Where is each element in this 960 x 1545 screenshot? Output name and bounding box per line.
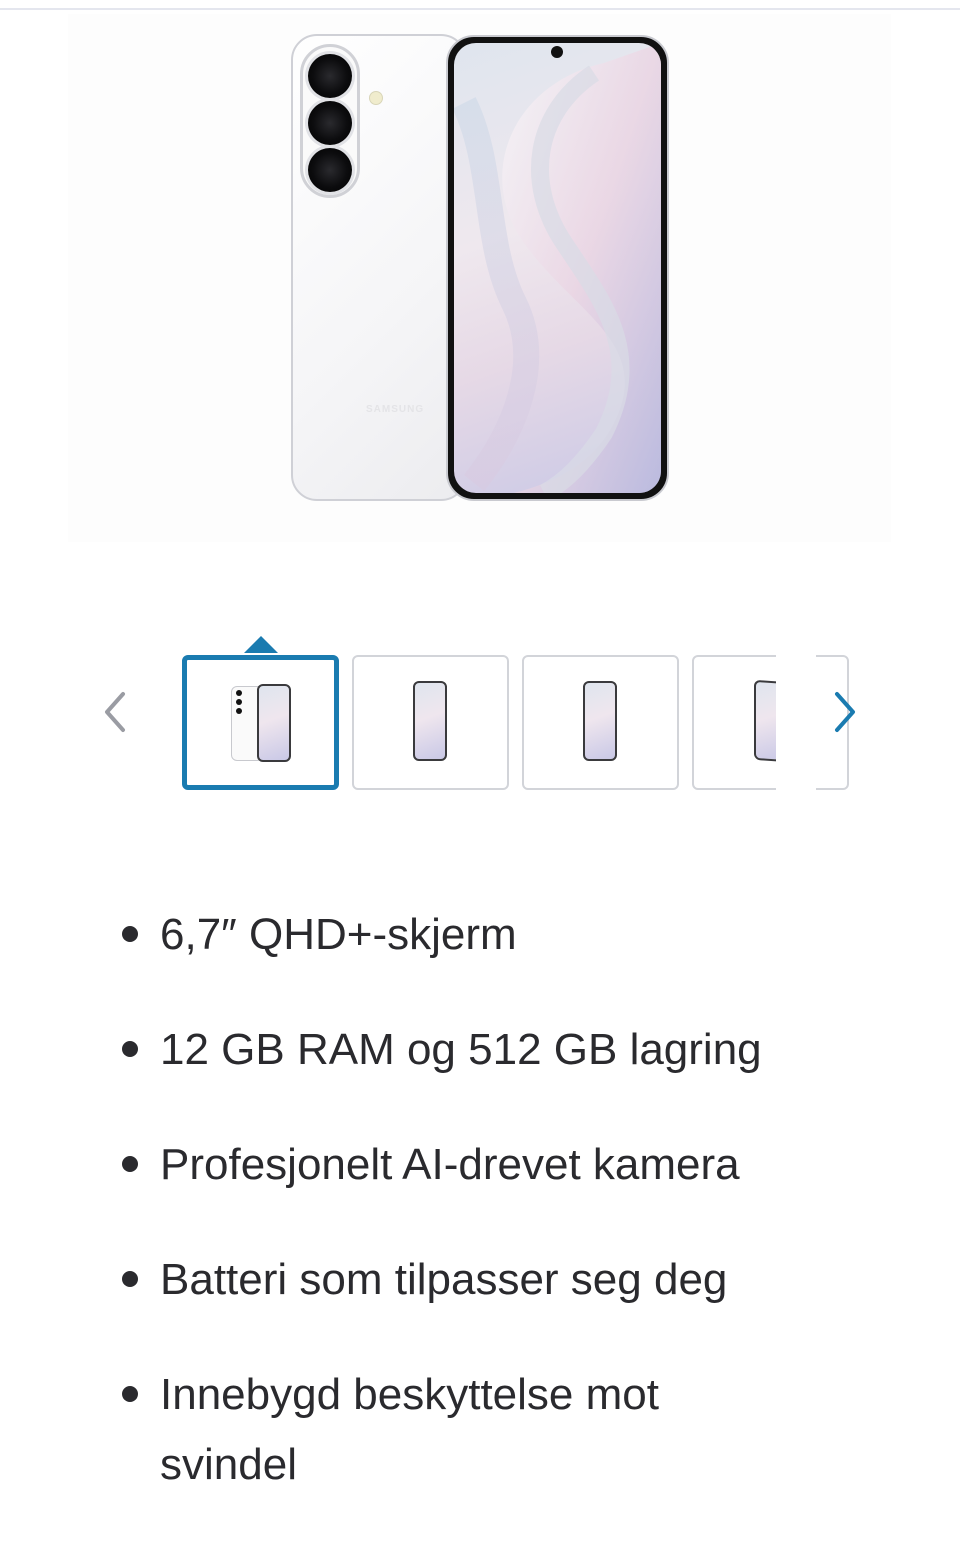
carousel-viewport-edge [776,650,816,795]
feature-item: Batteri som tilpasser seg deg [120,1245,840,1315]
camera-lens [308,101,352,145]
feature-text: Innebygd beskyttelse mot svindel [160,1370,659,1489]
feature-text: Batteri som tilpasser seg deg [160,1255,728,1304]
camera-lens [308,148,352,192]
thumbnail-phone-front [257,684,291,762]
thumbnail-phone-front [583,681,617,761]
bullet-icon [122,1041,138,1057]
front-camera-punch-hole [551,46,563,58]
thumbnail-camera-dot [236,708,242,714]
gallery-thumbnail[interactable] [522,655,679,790]
wallpaper-swirl [454,43,661,493]
feature-text: Profesjonelt AI-drevet kamera [160,1140,740,1189]
thumbnail-camera-dot [236,699,242,705]
bullet-icon [122,926,138,942]
thumbnail-camera-dot [236,690,242,696]
gallery-thumbnail[interactable] [352,655,509,790]
chevron-left-icon [105,692,125,732]
camera-lens [308,54,352,98]
gallery-thumbnail[interactable] [182,655,339,790]
feature-text: 6,7″ QHD+-skjerm [160,910,517,959]
phone-screen [454,43,661,493]
bullet-icon [122,1386,138,1402]
carousel-next-button[interactable] [826,686,866,738]
feature-item: 12 GB RAM og 512 GB lagring [120,1015,840,1085]
thumbnail-phone-front [413,681,447,761]
header-divider [0,0,960,10]
bullet-icon [122,1271,138,1287]
chevron-right-icon [835,692,855,732]
bullet-icon [122,1156,138,1172]
phone-brand-label: SAMSUNG [366,404,425,415]
feature-text: 12 GB RAM og 512 GB lagring [160,1025,762,1074]
feature-item: Innebygd beskyttelse mot svindel [120,1360,780,1500]
camera-flash [369,91,383,105]
active-thumbnail-indicator [244,636,278,653]
feature-item: Profesjonelt AI-drevet kamera [120,1130,840,1200]
carousel-prev-button[interactable] [94,686,134,738]
feature-list: 6,7″ QHD+-skjerm 12 GB RAM og 512 GB lag… [120,900,840,1545]
feature-item: 6,7″ QHD+-skjerm [120,900,840,970]
